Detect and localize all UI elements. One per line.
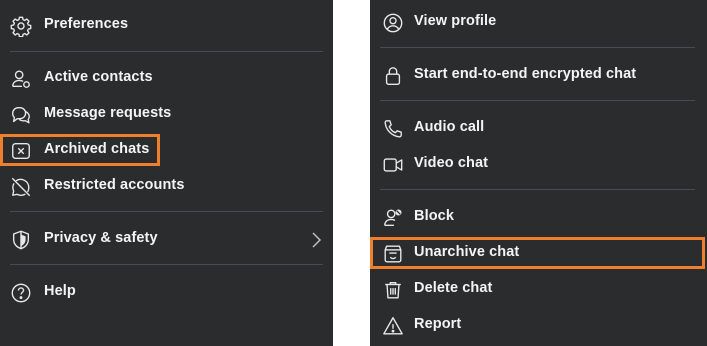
right-chat-options-menu: View profile Start end-to-end encrypted … [370,0,707,346]
divider [10,211,323,212]
video-camera-icon [382,154,404,176]
menu-item-label: Archived chats [44,141,150,157]
divider [380,47,695,48]
lock-icon [382,65,404,87]
gear-icon [10,15,32,37]
person-block-icon [382,207,404,229]
menu-item-label: View profile [414,13,497,29]
menu-item-audio-call[interactable]: Audio call [370,112,707,144]
menu-item-video-chat[interactable]: Video chat [370,148,707,180]
menu-item-label: Video chat [414,155,489,171]
menu-item-message-requests[interactable]: Message requests [0,98,333,130]
chat-bubbles-icon [10,104,32,126]
divider [380,189,695,190]
menu-item-report[interactable]: Report [370,309,707,341]
archive-box-x-icon [10,140,32,162]
menu-item-label: Unarchive chat [414,244,520,260]
menu-item-label: Start end-to-end encrypted chat [414,66,637,82]
person-circle-icon [382,12,404,34]
menu-item-archived-chats[interactable]: Archived chats [0,134,333,166]
phone-icon [382,118,404,140]
chat-slash-icon [10,176,32,198]
divider [10,51,323,52]
menu-item-label: Privacy & safety [44,230,158,246]
trash-icon [382,279,404,301]
menu-item-label: Delete chat [414,280,493,296]
divider [10,264,323,265]
person-status-icon [10,68,32,90]
menu-item-delete-chat[interactable]: Delete chat [370,273,707,305]
menu-item-start-encrypted-chat[interactable]: Start end-to-end encrypted chat [370,59,707,91]
chevron-right-icon [309,230,323,250]
menu-item-active-contacts[interactable]: Active contacts [0,62,333,94]
menu-item-unarchive-chat[interactable]: Unarchive chat [370,237,707,269]
menu-item-label: Audio call [414,119,485,135]
menu-item-restricted-accounts[interactable]: Restricted accounts [0,170,333,202]
menu-item-label: Report [414,316,462,332]
menu-item-label: Active contacts [44,69,153,85]
question-circle-icon [10,282,32,304]
menu-item-label: Message requests [44,105,172,121]
warning-triangle-icon [382,315,404,337]
menu-item-preferences[interactable]: Preferences [0,9,333,41]
divider [380,100,695,101]
shield-icon [10,229,32,251]
menu-item-view-profile[interactable]: View profile [370,6,707,38]
menu-item-label: Help [44,283,76,299]
menu-item-label: Block [414,208,454,224]
menu-item-block[interactable]: Block [370,201,707,233]
menu-item-privacy-safety[interactable]: Privacy & safety [0,223,333,255]
left-settings-menu: Preferences Active contacts Message requ… [0,0,333,346]
menu-item-label: Preferences [44,16,129,32]
menu-item-help[interactable]: Help [0,276,333,308]
unarchive-box-icon [382,243,404,265]
menu-item-label: Restricted accounts [44,177,185,193]
